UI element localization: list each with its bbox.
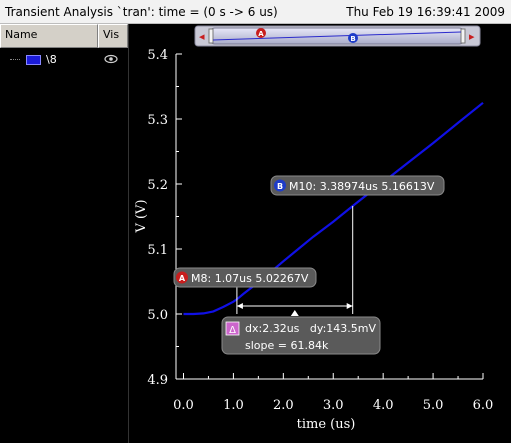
- tree-connector: [10, 59, 20, 60]
- delta-label[interactable]: Δ dx:2.32us dy:143.5mV slope = 61.84k: [221, 316, 381, 355]
- title-bar: Transient Analysis `tran': time = (0 s -…: [0, 0, 511, 24]
- x-axis-label: time (us): [297, 417, 356, 432]
- y-tick-group: 4.9 5.0 5.1 5.2 5.3 5.4: [147, 48, 182, 388]
- marker-a-badge-letter: A: [179, 274, 186, 283]
- signal-name: \8: [46, 53, 57, 66]
- column-header-vis[interactable]: Vis: [98, 24, 128, 48]
- delta-dimension: [236, 303, 353, 316]
- zoom-handle-left[interactable]: [208, 28, 214, 44]
- delta-slope-text: slope = 61.84k: [245, 339, 329, 352]
- eye-icon[interactable]: [104, 54, 118, 64]
- y-tick-label: 5.2: [147, 178, 168, 193]
- zoom-handle-right[interactable]: [460, 28, 466, 44]
- delta-mid-tick: [290, 310, 299, 316]
- marker-b-badge-letter: B: [277, 182, 283, 191]
- y-tick-label: 4.9: [147, 373, 168, 388]
- marker-a-label[interactable]: A M8: 1.07us 5.02267V: [173, 267, 317, 288]
- delta-symbol: Δ: [229, 325, 236, 336]
- y-tick-label: 5.3: [147, 113, 168, 128]
- x-tick-label: 2.0: [273, 398, 294, 413]
- y-axis-label: V (V): [134, 199, 149, 233]
- delta-dx-dy-text: dx:2.32us dy:143.5mV: [245, 322, 376, 335]
- y-tick-label: 5.4: [147, 48, 168, 63]
- x-tick-label: 0.0: [173, 398, 194, 413]
- x-tick-label: 4.0: [373, 398, 394, 413]
- x-tick-label: 1.0: [223, 398, 244, 413]
- delta-arrow-right: [346, 303, 353, 309]
- x-tick-label: 6.0: [473, 398, 494, 413]
- column-header-name[interactable]: Name: [0, 24, 98, 48]
- signal-color-swatch: [26, 55, 41, 65]
- browser-header: Name Vis: [0, 24, 128, 48]
- waveform-window: Transient Analysis `tran': time = (0 s -…: [0, 0, 511, 443]
- y-tick-label: 5.0: [147, 308, 168, 323]
- signal-browser: Name Vis \8: [0, 24, 129, 443]
- zoom-scrollbar[interactable]: ◂ ▸ A B: [194, 25, 481, 47]
- marker-b-label[interactable]: B M10: 3.38974us 5.16613V: [270, 175, 445, 196]
- zoom-left-arrow[interactable]: ◂: [199, 30, 205, 43]
- marker-b-label-text: M10: 3.38974us 5.16613V: [289, 180, 435, 193]
- window-title: Transient Analysis `tran': time = (0 s -…: [5, 5, 278, 19]
- waveform-plot[interactable]: ◂ ▸ A B 0.0 1.0 2.0 3.0 4.0 5.0 6.0 4.9 5.0 5.1 5…: [129, 24, 511, 443]
- delta-arrow-left: [236, 303, 243, 309]
- y-tick-label: 5.1: [147, 243, 168, 258]
- zoom-right-arrow[interactable]: ▸: [469, 30, 475, 43]
- zoom-marker-b-label: B: [350, 35, 355, 43]
- x-tick-label: 3.0: [323, 398, 344, 413]
- zoom-marker-a-label: A: [258, 30, 264, 38]
- x-tick-label: 5.0: [423, 398, 444, 413]
- window-datetime: Thu Feb 19 16:39:41 2009: [346, 5, 505, 19]
- marker-a-label-text: M8: 1.07us 5.02267V: [191, 272, 309, 285]
- signal-row[interactable]: \8: [0, 52, 128, 68]
